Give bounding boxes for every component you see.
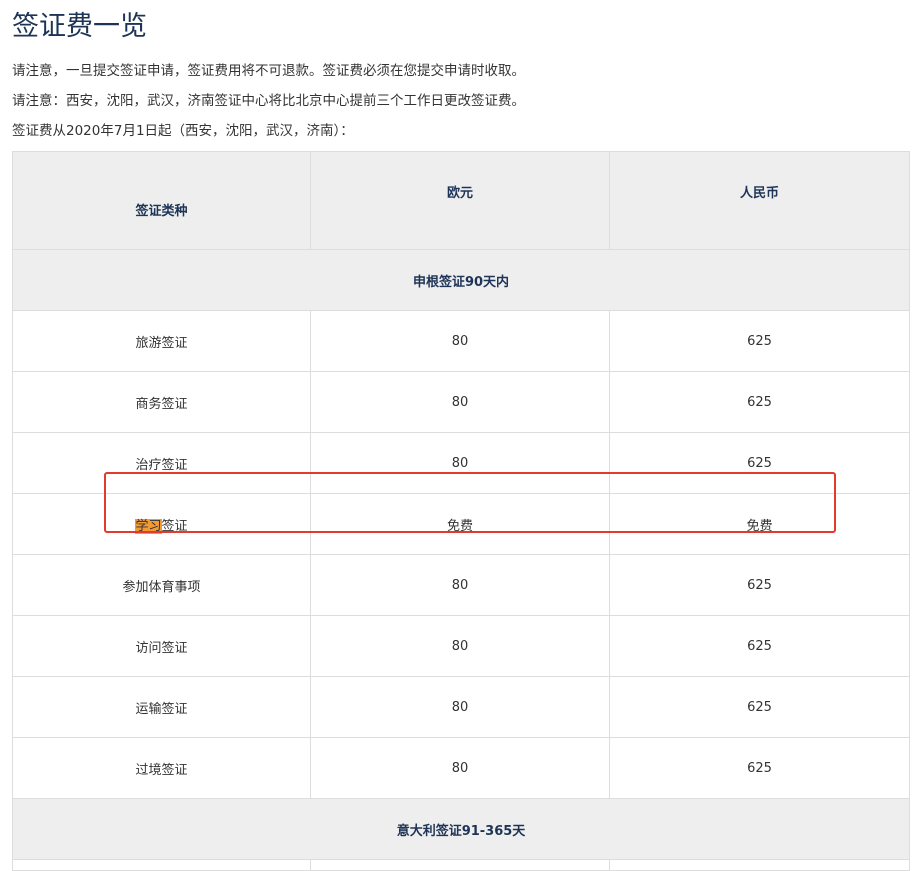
rmb-fee-cell: 625 (609, 371, 910, 433)
rmb-fee-cell: 625 (609, 310, 910, 372)
table-header-row: 签证类种 欧元 人民币 (12, 151, 910, 250)
visa-type-cell: 过境签证 (12, 737, 311, 799)
visa-type-cell: 参加体育事项 (12, 554, 311, 616)
section-row-schengen: 申根签证90天内 (12, 249, 910, 311)
table-row: 商务签证 80 625 (12, 371, 910, 433)
rmb-fee-cell: 625 (609, 676, 910, 738)
table-row-study-visa: 学习签证 免费 免费 (12, 493, 910, 555)
table-row: 治疗签证 80 625 (12, 432, 910, 494)
table-row: 访问签证 80 625 (12, 615, 910, 677)
table-cell (12, 859, 311, 871)
table-cell (310, 859, 610, 871)
section-title-schengen: 申根签证90天内 (12, 249, 910, 311)
column-header-euro: 欧元 (310, 151, 610, 250)
table-row: 参加体育事项 80 625 (12, 554, 910, 616)
center-change-notice: 请注意：西安，沈阳，武汉，济南签证中心将比北京中心提前三个工作日更改签证费。 (12, 93, 525, 109)
column-header-rmb: 人民币 (609, 151, 910, 250)
page-title: 签证费一览 (12, 11, 147, 42)
table-cell (609, 859, 910, 871)
rmb-fee-cell: 625 (609, 737, 910, 799)
rmb-fee-cell: 625 (609, 432, 910, 494)
euro-fee-cell: 80 (310, 371, 610, 433)
rmb-fee-cell: 免费 (609, 493, 910, 555)
visa-type-cell: 治疗签证 (12, 432, 311, 494)
visa-type-cell: 访问签证 (12, 615, 311, 677)
section-row-italy-national: 意大利签证91-365天 (12, 798, 910, 860)
table-row: 过境签证 80 625 (12, 737, 910, 799)
visa-type-suffix: 签证 (161, 518, 188, 534)
section-title-italy-national: 意大利签证91-365天 (12, 798, 910, 860)
visa-type-cell: 学习签证 (12, 493, 311, 555)
table-row: 旅游签证 80 625 (12, 310, 910, 372)
euro-fee-cell: 80 (310, 737, 610, 799)
euro-fee-cell: 80 (310, 554, 610, 616)
table-row (12, 859, 910, 871)
visa-type-cell: 旅游签证 (12, 310, 311, 372)
refund-notice: 请注意，一旦提交签证申请，签证费用将不可退款。签证费必须在您提交申请时收取。 (12, 63, 525, 79)
visa-type-cell: 商务签证 (12, 371, 311, 433)
fee-effective-date-notice: 签证费从2020年7月1日起（西安，沈阳，武汉，济南）： (12, 123, 354, 139)
euro-fee-cell: 80 (310, 615, 610, 677)
euro-fee-cell: 80 (310, 310, 610, 372)
rmb-fee-cell: 625 (609, 554, 910, 616)
euro-fee-cell: 免费 (310, 493, 610, 555)
euro-fee-cell: 80 (310, 676, 610, 738)
visa-fee-table: 签证类种 欧元 人民币 申根签证90天内 旅游签证 80 625 商务签证 80… (12, 151, 910, 871)
table-row: 运输签证 80 625 (12, 676, 910, 738)
visa-type-cell: 运输签证 (12, 676, 311, 738)
column-header-visa-type: 签证类种 (12, 151, 311, 250)
euro-fee-cell: 80 (310, 432, 610, 494)
search-highlight: 学习 (135, 518, 162, 534)
rmb-fee-cell: 625 (609, 615, 910, 677)
